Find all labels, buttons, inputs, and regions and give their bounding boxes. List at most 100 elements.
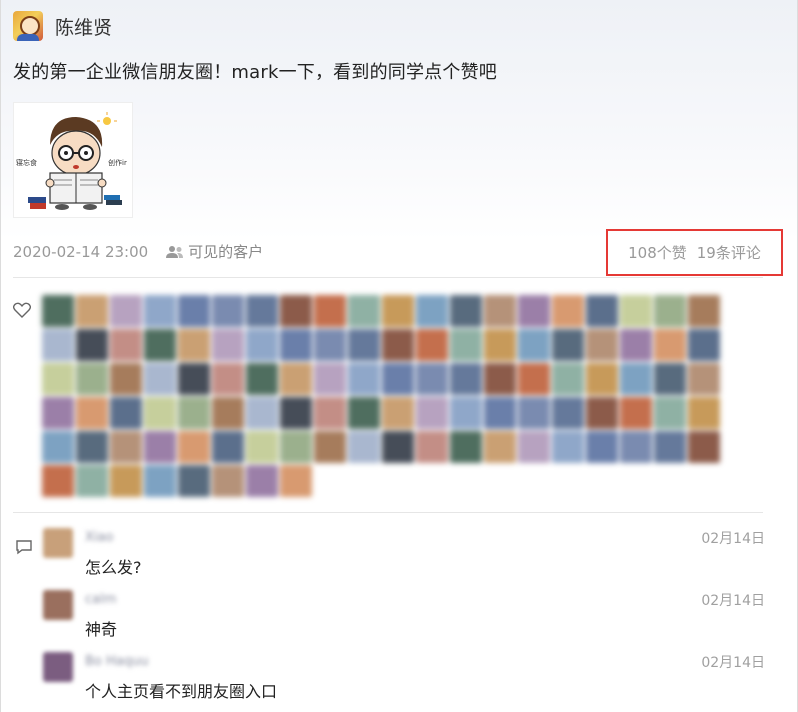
liker-avatar[interactable] (212, 397, 244, 429)
author-avatar[interactable] (13, 11, 43, 41)
liker-avatar[interactable] (620, 363, 652, 395)
liker-avatar[interactable] (518, 329, 550, 361)
liker-avatar[interactable] (280, 363, 312, 395)
liker-avatar[interactable] (382, 431, 414, 463)
liker-avatar[interactable] (314, 363, 346, 395)
liker-avatar[interactable] (246, 397, 278, 429)
liker-avatar[interactable] (110, 431, 142, 463)
liker-avatar[interactable] (552, 363, 584, 395)
liker-avatar[interactable] (450, 329, 482, 361)
liker-avatar[interactable] (110, 397, 142, 429)
liker-avatar[interactable] (620, 329, 652, 361)
liker-avatar[interactable] (280, 329, 312, 361)
liker-avatar[interactable] (688, 397, 720, 429)
liker-avatar[interactable] (246, 431, 278, 463)
liker-avatar[interactable] (654, 397, 686, 429)
liker-avatar[interactable] (518, 397, 550, 429)
liker-avatar[interactable] (382, 363, 414, 395)
liker-avatar[interactable] (42, 363, 74, 395)
author-name[interactable]: 陈维贤 (55, 13, 112, 40)
liker-avatar[interactable] (144, 295, 176, 327)
liker-avatar[interactable] (552, 431, 584, 463)
commenter-avatar[interactable] (43, 590, 73, 620)
commenter-name[interactable]: Xiao (85, 530, 113, 545)
commenter-name[interactable]: Bo Haquu (85, 654, 148, 669)
liker-avatar[interactable] (586, 363, 618, 395)
liker-avatar[interactable] (212, 295, 244, 327)
liker-avatar[interactable] (586, 329, 618, 361)
liker-avatar[interactable] (144, 431, 176, 463)
liker-avatar[interactable] (212, 465, 244, 497)
liker-avatar[interactable] (178, 295, 210, 327)
liker-avatar[interactable] (178, 329, 210, 361)
liker-avatar[interactable] (654, 329, 686, 361)
liker-avatar[interactable] (178, 465, 210, 497)
liker-avatar[interactable] (212, 431, 244, 463)
liker-avatar[interactable] (42, 465, 74, 497)
liker-avatar[interactable] (382, 397, 414, 429)
liker-avatar[interactable] (178, 363, 210, 395)
liker-avatar[interactable] (246, 465, 278, 497)
liker-avatar[interactable] (688, 363, 720, 395)
liker-avatar[interactable] (76, 295, 108, 327)
liker-avatar[interactable] (382, 295, 414, 327)
liker-avatar[interactable] (416, 397, 448, 429)
liker-avatar[interactable] (144, 363, 176, 395)
liker-avatar[interactable] (76, 465, 108, 497)
liker-avatar[interactable] (280, 397, 312, 429)
liker-avatar[interactable] (348, 295, 380, 327)
liker-avatar[interactable] (42, 397, 74, 429)
liker-avatar[interactable] (382, 329, 414, 361)
liker-avatar[interactable] (314, 431, 346, 463)
liker-avatar[interactable] (280, 295, 312, 327)
post-image[interactable]: 寝忘食 创作ir (13, 102, 133, 218)
liker-avatar[interactable] (586, 295, 618, 327)
liker-avatar[interactable] (586, 431, 618, 463)
commenter-name[interactable]: calm (85, 592, 116, 607)
liker-avatar[interactable] (178, 397, 210, 429)
commenter-avatar[interactable] (43, 652, 73, 682)
liker-avatar[interactable] (620, 431, 652, 463)
liker-avatar[interactable] (314, 397, 346, 429)
liker-avatar[interactable] (110, 295, 142, 327)
liker-avatar[interactable] (280, 465, 312, 497)
liker-avatar[interactable] (450, 431, 482, 463)
liker-avatar[interactable] (280, 431, 312, 463)
liker-avatar[interactable] (484, 295, 516, 327)
liker-avatar[interactable] (348, 431, 380, 463)
liker-avatar[interactable] (110, 465, 142, 497)
liker-avatar[interactable] (348, 397, 380, 429)
liker-avatar[interactable] (314, 295, 346, 327)
liker-avatar[interactable] (42, 431, 74, 463)
liker-avatar[interactable] (42, 295, 74, 327)
commenter-avatar[interactable] (43, 528, 73, 558)
liker-avatar[interactable] (450, 295, 482, 327)
liker-avatar[interactable] (76, 431, 108, 463)
liker-avatar[interactable] (552, 329, 584, 361)
comments-count[interactable]: 19条评论 (697, 242, 761, 263)
liker-avatar[interactable] (654, 431, 686, 463)
liker-avatar[interactable] (620, 295, 652, 327)
liker-avatar[interactable] (416, 329, 448, 361)
liker-avatar[interactable] (586, 397, 618, 429)
liker-avatar[interactable] (620, 397, 652, 429)
liker-avatar[interactable] (518, 431, 550, 463)
liker-avatar[interactable] (178, 431, 210, 463)
liker-avatar[interactable] (42, 329, 74, 361)
liker-avatar[interactable] (76, 397, 108, 429)
liker-avatar[interactable] (144, 397, 176, 429)
liker-avatar[interactable] (314, 329, 346, 361)
liker-avatar[interactable] (518, 363, 550, 395)
liker-avatar[interactable] (246, 329, 278, 361)
liker-avatar[interactable] (688, 295, 720, 327)
liker-avatar[interactable] (76, 329, 108, 361)
liker-avatar[interactable] (212, 329, 244, 361)
liker-avatar[interactable] (110, 363, 142, 395)
liker-avatar[interactable] (688, 431, 720, 463)
liker-avatar[interactable] (552, 295, 584, 327)
liker-avatar[interactable] (76, 363, 108, 395)
liker-avatar[interactable] (450, 397, 482, 429)
liker-avatar[interactable] (450, 363, 482, 395)
liker-avatar[interactable] (348, 329, 380, 361)
liker-avatar[interactable] (552, 397, 584, 429)
